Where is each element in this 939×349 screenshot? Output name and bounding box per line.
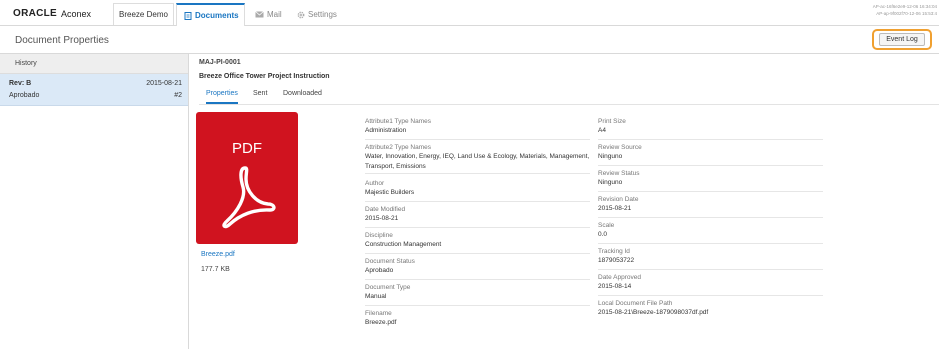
document-number: MAJ-PI-0001 bbox=[199, 59, 241, 66]
property-value: Water, Innovation, Energy, IEQ, Land Use… bbox=[365, 153, 590, 170]
property-label: Filename bbox=[365, 310, 392, 317]
build-line-1: AP-ac-16f6e2e9-12-06 16:34:04 bbox=[872, 4, 937, 9]
build-info: AP-ac-16f6e2e9-12-06 16:34:04 AP-ap-9f00… bbox=[873, 3, 937, 17]
pdf-preview[interactable]: PDF bbox=[196, 112, 298, 244]
property-field: Attribute1 Type Names Administration bbox=[365, 117, 590, 140]
oracle-aconex-logo[interactable]: ORACLE Aconex bbox=[13, 8, 91, 19]
pdf-type-label: PDF bbox=[232, 140, 262, 157]
property-value: Administration bbox=[365, 127, 407, 134]
tab-settings-label: Settings bbox=[308, 10, 337, 19]
tab-mail-label: Mail bbox=[267, 10, 282, 19]
build-line-2: AP-ap-9f002f70-12-06 15:53:4 bbox=[876, 11, 937, 16]
property-field: Discipline Construction Management bbox=[365, 231, 590, 254]
subtabs-divider bbox=[199, 104, 939, 105]
revision-item[interactable]: Rev: B 2015-08-21 Aprobado #2 bbox=[0, 74, 188, 106]
property-label: Revision Date bbox=[598, 196, 639, 203]
property-field: Date Approved 2015-08-14 bbox=[598, 273, 823, 296]
property-label: Document Type bbox=[365, 284, 411, 291]
property-value: A4 bbox=[598, 127, 606, 134]
property-value: 2015-08-14 bbox=[598, 283, 632, 290]
property-value: Aprobado bbox=[365, 267, 394, 274]
property-field: Revision Date 2015-08-21 bbox=[598, 195, 823, 218]
property-field: Author Majestic Builders bbox=[365, 179, 590, 202]
revision-number: #2 bbox=[174, 92, 182, 99]
property-value: 0.0 bbox=[598, 231, 608, 238]
property-label: Author bbox=[365, 180, 385, 187]
property-field: Document Type Manual bbox=[365, 283, 590, 306]
pdf-filename-link[interactable]: Breeze.pdf bbox=[201, 251, 235, 258]
property-field: Review Source Ninguno bbox=[598, 143, 823, 166]
property-value: 1879053722 bbox=[598, 257, 635, 264]
project-selector[interactable]: Breeze Demo bbox=[113, 3, 174, 25]
property-value: 2015-08-21\Breeze-1879098037df.pdf bbox=[598, 309, 709, 316]
property-field: Print Size A4 bbox=[598, 117, 823, 140]
property-value: Construction Management bbox=[365, 241, 442, 248]
property-label: Date Approved bbox=[598, 274, 642, 281]
property-label: Local Document File Path bbox=[598, 300, 673, 307]
tab-documents-label: Documents bbox=[195, 11, 239, 20]
property-field: Document Status Aprobado bbox=[365, 257, 590, 280]
mail-icon bbox=[255, 11, 264, 18]
document-title: Breeze Office Tower Project Instruction bbox=[199, 73, 330, 80]
property-field: Local Document File Path 2015-08-21\Bree… bbox=[598, 299, 823, 322]
revision-status: Aprobado bbox=[9, 92, 40, 99]
tab-settings[interactable]: Settings bbox=[297, 3, 337, 26]
property-label: Print Size bbox=[598, 118, 626, 125]
pdf-file-size: 177.7 KB bbox=[201, 266, 230, 273]
subtab-downloaded[interactable]: Downloaded bbox=[283, 90, 322, 104]
property-field: Attribute2 Type Names Water, Innovation,… bbox=[365, 143, 590, 174]
history-header: History bbox=[0, 54, 188, 74]
acrobat-icon bbox=[222, 166, 276, 229]
property-value: Ninguno bbox=[598, 179, 623, 186]
subtab-sent[interactable]: Sent bbox=[253, 90, 267, 104]
revision-label: Rev: B bbox=[9, 80, 32, 87]
history-sidebar: History Rev: B 2015-08-21 Aprobado #2 bbox=[0, 54, 189, 349]
property-label: Attribute2 Type Names bbox=[365, 144, 431, 151]
property-label: Date Modified bbox=[365, 206, 406, 213]
documents-icon bbox=[184, 11, 192, 20]
property-value: Breeze.pdf bbox=[365, 319, 397, 326]
event-log-button[interactable]: Event Log bbox=[879, 33, 925, 46]
page-header: Document Properties bbox=[0, 26, 939, 54]
gear-icon bbox=[297, 11, 305, 18]
top-bar: ORACLE Aconex Breeze Demo Documents Mail… bbox=[0, 0, 939, 26]
property-field: Scale 0.0 bbox=[598, 221, 823, 244]
property-value: Ninguno bbox=[598, 153, 623, 160]
property-field: Review Status Ninguno bbox=[598, 169, 823, 192]
property-label: Tracking Id bbox=[598, 248, 630, 255]
property-field: Tracking Id 1879053722 bbox=[598, 247, 823, 270]
property-label: Discipline bbox=[365, 232, 393, 239]
property-field: Date Modified 2015-08-21 bbox=[365, 205, 590, 228]
property-value: 2015-08-21 bbox=[365, 215, 399, 222]
property-label: Attribute1 Type Names bbox=[365, 118, 431, 125]
tab-documents[interactable]: Documents bbox=[176, 3, 245, 26]
property-label: Scale bbox=[598, 222, 615, 229]
tab-mail[interactable]: Mail bbox=[255, 3, 282, 26]
property-label: Review Source bbox=[598, 144, 642, 151]
property-value: Manual bbox=[365, 293, 387, 300]
subtab-properties[interactable]: Properties bbox=[206, 90, 238, 104]
property-value: Majestic Builders bbox=[365, 189, 415, 196]
property-field: Filename Breeze.pdf bbox=[365, 309, 590, 332]
page-title: Document Properties bbox=[15, 35, 109, 46]
logo-brand: ORACLE bbox=[13, 8, 58, 19]
property-value: 2015-08-21 bbox=[598, 205, 632, 212]
property-label: Document Status bbox=[365, 258, 415, 265]
revision-date: 2015-08-21 bbox=[146, 80, 182, 87]
property-label: Review Status bbox=[598, 170, 640, 177]
logo-product: Aconex bbox=[61, 8, 92, 19]
